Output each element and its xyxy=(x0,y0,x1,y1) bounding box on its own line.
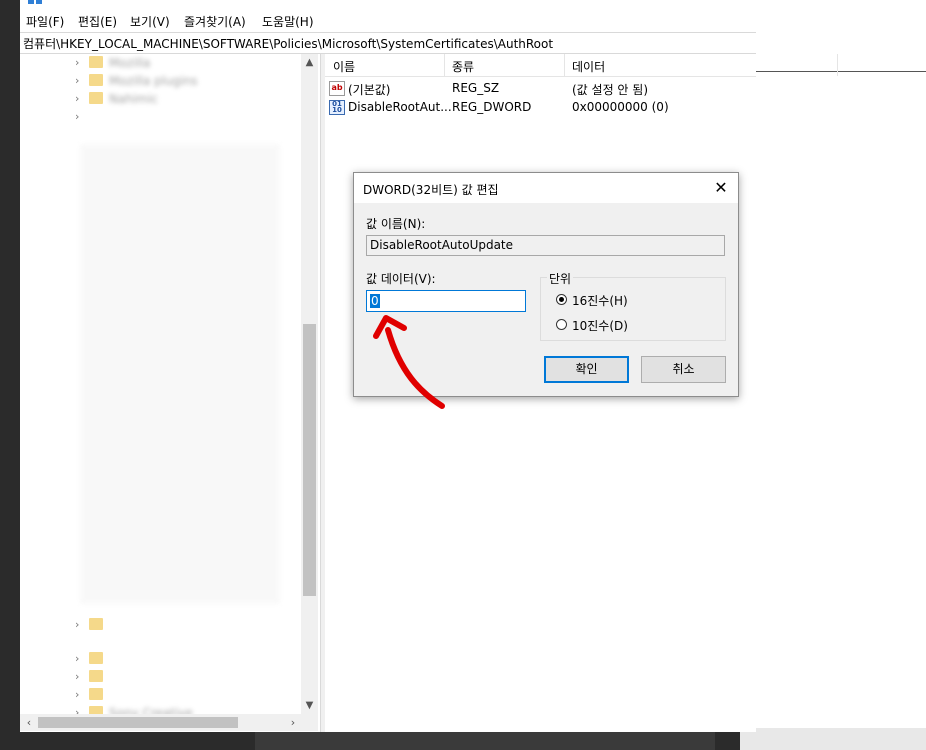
column-divider[interactable] xyxy=(837,54,838,76)
chevron-right-icon[interactable]: › xyxy=(75,688,79,701)
radio-selected-icon[interactable] xyxy=(556,294,567,305)
tree-item[interactable]: › xyxy=(75,108,315,126)
chevron-right-icon[interactable]: › xyxy=(75,652,79,665)
tree-vertical-scrollbar[interactable]: ▲ ▼ xyxy=(301,54,318,714)
column-divider[interactable] xyxy=(444,54,445,76)
list-row[interactable]: 01 10 DisableRootAut... REG_DWORD 0x00000… xyxy=(325,98,756,117)
list-header: 이름 종류 데이터 xyxy=(325,54,838,77)
radio-hexadecimal[interactable]: 16진수(H) xyxy=(556,292,716,308)
menu-favorites[interactable]: 즐겨찾기(A) xyxy=(184,13,246,30)
tree-item-label: Mozilla xyxy=(109,56,151,70)
desktop-background xyxy=(0,0,20,750)
background-divider xyxy=(756,71,926,72)
list-row[interactable]: ab (기본값) REG_SZ (값 설정 안 됨) xyxy=(325,79,756,98)
value-data-text: 0 xyxy=(370,294,380,308)
dialog-titlebar[interactable]: DWORD(32비트) 값 편집 ✕ xyxy=(354,173,738,203)
folder-icon xyxy=(89,706,103,714)
scroll-thumb[interactable] xyxy=(303,324,316,596)
tree-item[interactable]: › xyxy=(75,650,315,668)
scroll-left-icon[interactable]: ‹ xyxy=(22,714,36,731)
value-data-input[interactable]: 0 xyxy=(366,290,526,312)
ok-button[interactable]: 확인 xyxy=(544,356,629,383)
key-tree-pane[interactable]: › Mozilla › Mozilla plugins › Nahimic › … xyxy=(20,54,320,714)
column-type-header[interactable]: 종류 xyxy=(452,58,474,75)
tree-item[interactable]: › Mozilla plugins xyxy=(75,72,315,90)
chevron-right-icon[interactable]: › xyxy=(75,110,79,123)
tree-item-label: Nahimic xyxy=(109,92,158,106)
value-type: REG_DWORD xyxy=(452,100,532,114)
radio-decimal[interactable]: 10진수(D) xyxy=(556,317,716,333)
radio-hex-label: 16진수(H) xyxy=(572,294,628,308)
regedit-app-icon xyxy=(28,0,42,4)
scroll-up-icon[interactable]: ▲ xyxy=(301,54,318,71)
tree-horizontal-scrollbar[interactable]: ‹ › xyxy=(20,714,318,731)
value-name: DisableRootAut... xyxy=(348,100,452,114)
base-groupbox: 단위 16진수(H) 10진수(D) xyxy=(540,270,726,341)
chevron-right-icon[interactable]: › xyxy=(75,92,79,105)
chevron-right-icon[interactable]: › xyxy=(75,618,79,631)
value-data: (값 설정 안 됨) xyxy=(572,83,649,97)
value-data-label: 값 데이터(V): xyxy=(366,272,436,286)
value-type: REG_SZ xyxy=(452,81,500,95)
tree-item[interactable]: › Mozilla xyxy=(75,54,315,72)
tree-item-label: Mozilla plugins xyxy=(109,74,198,88)
scroll-thumb[interactable] xyxy=(38,717,238,728)
folder-icon xyxy=(89,92,103,104)
string-value-icon: ab xyxy=(329,81,345,96)
column-divider[interactable] xyxy=(564,54,565,76)
folder-icon xyxy=(89,618,103,630)
value-name-label: 값 이름(N): xyxy=(366,217,426,231)
scroll-right-icon[interactable]: › xyxy=(286,714,300,731)
dialog-title: DWORD(32비트) 값 편집 xyxy=(363,183,499,197)
folder-icon xyxy=(89,56,103,68)
menu-help[interactable]: 도움말(H) xyxy=(262,13,314,30)
address-bar[interactable]: 컴퓨터\HKEY_LOCAL_MACHINE\SOFTWARE\Policies… xyxy=(20,32,756,54)
value-name-field[interactable]: DisableRootAutoUpdate xyxy=(366,235,725,256)
address-path: 컴퓨터\HKEY_LOCAL_MACHINE\SOFTWARE\Policies… xyxy=(23,37,554,51)
tree-item[interactable]: › xyxy=(75,686,315,704)
folder-icon xyxy=(89,74,103,86)
chevron-right-icon[interactable]: › xyxy=(75,670,79,683)
tree-item[interactable]: › xyxy=(75,616,315,634)
menu-file[interactable]: 파일(F) xyxy=(26,13,64,30)
value-data: 0x00000000 (0) xyxy=(572,100,669,114)
scroll-down-icon[interactable]: ▼ xyxy=(301,697,318,714)
tree-item[interactable]: › Nahimic xyxy=(75,90,315,108)
column-name-header[interactable]: 이름 xyxy=(333,58,355,75)
red-arrow-annotation-icon xyxy=(373,315,445,409)
folder-icon xyxy=(89,688,103,700)
tree-item[interactable]: › Sony Creative xyxy=(75,704,315,714)
radio-dec-label: 10진수(D) xyxy=(572,319,628,333)
dword-value-icon: 01 10 xyxy=(329,100,345,115)
value-name: (기본값) xyxy=(348,83,391,97)
chevron-right-icon[interactable]: › xyxy=(75,74,79,87)
folder-icon xyxy=(89,652,103,664)
menu-edit[interactable]: 편집(E) xyxy=(78,13,117,30)
tree-item[interactable]: › xyxy=(75,668,315,686)
cancel-button[interactable]: 취소 xyxy=(641,356,726,383)
menu-view[interactable]: 보기(V) xyxy=(130,13,170,30)
close-icon[interactable]: ✕ xyxy=(706,176,736,200)
background-strip xyxy=(740,728,926,750)
column-data-header[interactable]: 데이터 xyxy=(572,58,605,75)
tree-item-label: Sony Creative xyxy=(109,706,193,714)
menu-bar: 파일(F) 편집(E) 보기(V) 즐겨찾기(A) 도움말(H) xyxy=(20,10,756,32)
blurred-tree-region xyxy=(80,144,280,604)
radio-unselected-icon[interactable] xyxy=(556,319,567,330)
chevron-right-icon[interactable]: › xyxy=(75,56,79,69)
base-group-label: 단위 xyxy=(547,270,574,287)
folder-icon xyxy=(89,670,103,682)
chevron-right-icon[interactable]: › xyxy=(75,706,79,714)
